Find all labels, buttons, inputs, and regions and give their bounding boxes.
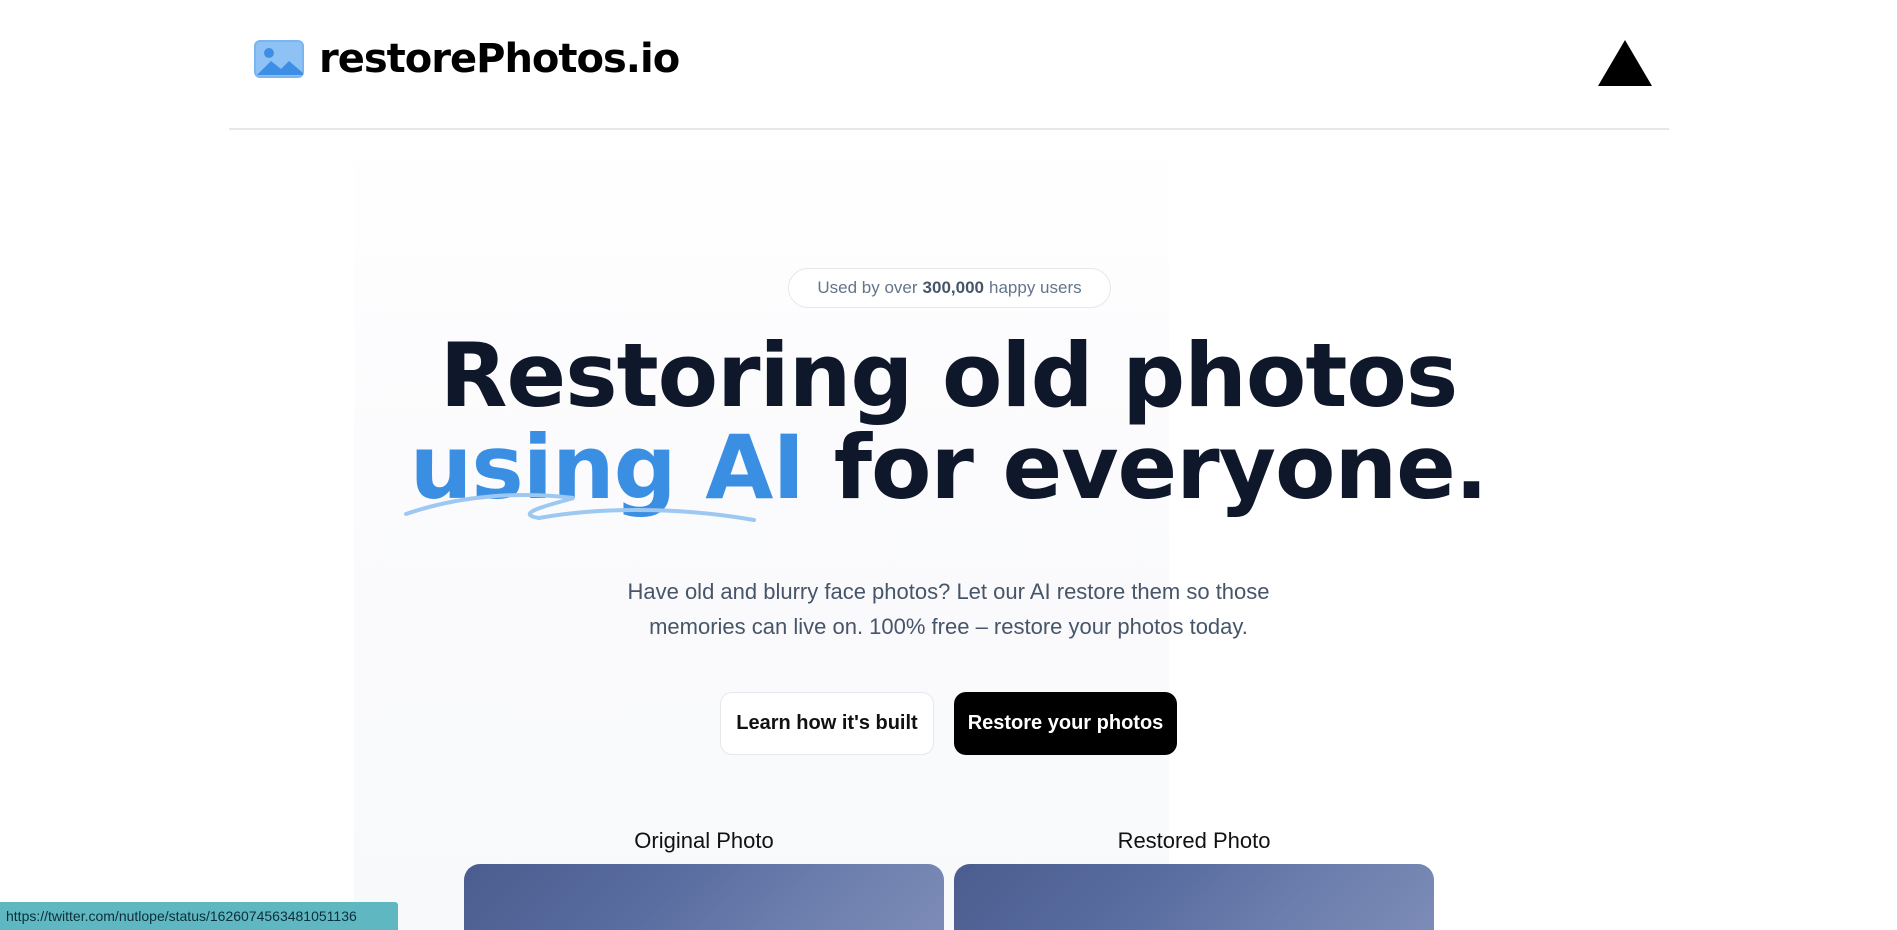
squiggle-underline-icon bbox=[403, 493, 756, 522]
hero-headline: Restoring old photos using AI for everyo… bbox=[380, 330, 1517, 522]
logo-text: restorePhotos.io bbox=[319, 36, 680, 82]
site-header: restorePhotos.io bbox=[229, 0, 1669, 130]
photo-logo-icon bbox=[254, 40, 304, 78]
restored-photo-label: Restored Photo bbox=[1117, 828, 1271, 853]
headline-highlight: using AI bbox=[403, 416, 834, 522]
vercel-triangle-icon[interactable] bbox=[1598, 40, 1652, 86]
headline-line1: Restoring old photos bbox=[439, 324, 1458, 427]
page: restorePhotos.io Used by over 300,000 ha… bbox=[0, 0, 1897, 930]
badge-suffix: happy users bbox=[989, 278, 1082, 297]
logo-link[interactable]: restorePhotos.io bbox=[253, 36, 680, 82]
user-count-badge: Used by over 300,000 happy users bbox=[788, 268, 1111, 308]
browser-status-bar: https://twitter.com/nutlope/status/16260… bbox=[0, 902, 398, 930]
original-photo-image bbox=[464, 864, 944, 930]
learn-how-built-button[interactable]: Learn how it's built bbox=[720, 692, 934, 755]
original-photo-label: Original Photo bbox=[634, 828, 774, 853]
restored-photo-image bbox=[954, 864, 1434, 930]
headline-rest: for everyone. bbox=[833, 416, 1488, 519]
badge-count: 300,000 bbox=[922, 278, 984, 297]
status-url: https://twitter.com/nutlope/status/16260… bbox=[6, 908, 357, 924]
hero-background bbox=[354, 128, 1169, 930]
badge-prefix: Used by over bbox=[817, 278, 918, 297]
hero-subtitle: Have old and blurry face photos? Let our… bbox=[627, 579, 1270, 639]
restore-photos-button[interactable]: Restore your photos bbox=[954, 692, 1177, 755]
